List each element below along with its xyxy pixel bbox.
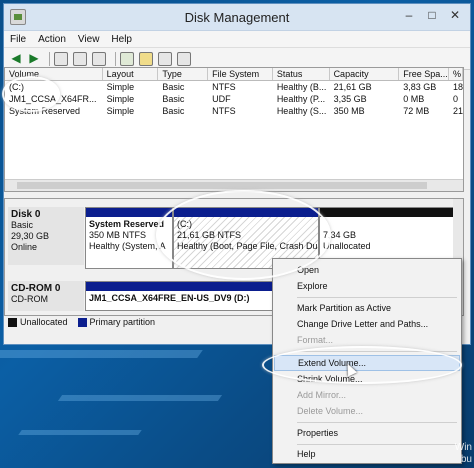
properties-icon[interactable] — [92, 51, 106, 66]
cell-percent-free: 0 — [453, 94, 459, 104]
partition-size: 350 MB NTFS — [89, 230, 147, 240]
cdrom-0-type: CD-ROM — [11, 294, 48, 304]
cell-layout: Simple — [106, 82, 135, 92]
menu-item-mark-active[interactable]: Mark Partition as Active — [274, 300, 460, 316]
menu-item-add-mirror[interactable]: Add Mirror... — [274, 387, 460, 403]
primary-partition-bar — [86, 208, 172, 217]
menu-item-help[interactable]: Help — [274, 446, 460, 462]
menu-action[interactable]: Action — [38, 34, 66, 45]
menu-help[interactable]: Help — [111, 34, 132, 45]
table-row[interactable]: (C:) Simple Basic NTFS Healthy (B... 21,… — [5, 81, 463, 93]
cell-free-space: 72 MB — [403, 106, 430, 116]
table-row[interactable]: JM1_CCSA_X64FR... Simple Basic UDF Healt… — [5, 93, 463, 105]
cell-capacity: 3,35 GB — [333, 94, 367, 104]
column-header-type[interactable]: Type — [158, 68, 209, 80]
partition-title: JM1_CCSA_X64FRE_EN-US_DV9 (D:) — [89, 293, 250, 303]
cell-percent-free: 18 — [453, 82, 463, 92]
column-header-file-system[interactable]: File System — [208, 68, 273, 80]
cell-layout: Simple — [106, 94, 135, 104]
cell-free-space: 0 MB — [403, 94, 425, 104]
unallocated-bar — [320, 208, 454, 217]
rescan-icon[interactable] — [158, 51, 172, 66]
console-tree-icon[interactable] — [54, 51, 68, 66]
desktop-light-stripe — [57, 395, 223, 401]
horizontal-scrollbar[interactable] — [5, 179, 463, 191]
scrollbar-thumb[interactable] — [17, 182, 427, 189]
cell-file-system: NTFS — [212, 106, 236, 116]
highlight-ellipse-volume-c — [2, 76, 60, 112]
column-header-layout[interactable]: Layout — [103, 68, 159, 80]
column-header-status[interactable]: Status — [273, 68, 330, 80]
unallocated-swatch — [8, 317, 17, 327]
cell-capacity: 21,61 GB — [333, 82, 372, 92]
cell-status: Healthy (P... — [276, 94, 326, 104]
disk-0-label[interactable]: Disk 0 Basic 29,30 GB Online — [8, 207, 84, 265]
desktop-light-stripe — [0, 350, 203, 358]
cell-layout: Simple — [106, 106, 135, 116]
volume-list-header: Volume Layout Type File System Status Ca… — [5, 68, 463, 81]
legend-primary-partition: Primary partition — [89, 317, 156, 327]
menu-file[interactable]: File — [10, 34, 26, 45]
cell-type: Basic — [162, 82, 185, 92]
cell-free-space: 3,83 GB — [403, 82, 437, 92]
cell-capacity: 350 MB — [333, 106, 365, 116]
maximize-button[interactable]: □ — [423, 8, 441, 22]
cell-type: Basic — [162, 106, 185, 116]
cdrom-0-label[interactable]: CD-ROM 0 CD-ROM — [8, 281, 84, 311]
legend-unallocated: Unallocated — [20, 317, 68, 327]
toolbar-separator — [115, 51, 116, 66]
disk-0-size: 29,30 GB — [11, 231, 50, 241]
partition-title: System Reserved — [89, 219, 165, 229]
volume-list[interactable]: Volume Layout Type File System Status Ca… — [4, 67, 464, 192]
title-bar[interactable]: Disk Management – □ ✕ — [4, 4, 470, 31]
cell-status: Healthy (B... — [276, 82, 327, 92]
menu-view[interactable]: View — [78, 34, 100, 45]
menu-item-properties[interactable]: Properties — [274, 425, 460, 441]
cell-status: Healthy (S... — [276, 106, 327, 116]
menu-separator — [297, 297, 457, 298]
refresh-icon[interactable] — [120, 51, 134, 66]
menu-item-change-drive-letter[interactable]: Change Drive Letter and Paths... — [274, 316, 460, 332]
menu-separator — [297, 422, 457, 423]
menu-bar: File Action View Help — [4, 31, 470, 48]
table-row[interactable]: System Reserved Simple Basic NTFS Health… — [5, 105, 463, 117]
cell-file-system: NTFS — [212, 82, 236, 92]
watermark-line-1: Win — [454, 442, 472, 453]
minimize-button[interactable]: – — [400, 8, 418, 22]
folder-icon[interactable] — [139, 51, 153, 66]
watermark-line-2: bu — [460, 454, 472, 465]
close-button[interactable]: ✕ — [446, 8, 464, 22]
toolbar-separator — [49, 51, 50, 66]
back-arrow-icon[interactable]: ◀ — [9, 52, 23, 66]
column-header-percent-free[interactable]: % F — [449, 68, 463, 80]
menu-item-delete-volume[interactable]: Delete Volume... — [274, 403, 460, 419]
partition-status: Healthy (System, A — [89, 241, 166, 251]
partition-status: Unallocated — [323, 241, 371, 251]
settings-icon[interactable] — [177, 51, 191, 66]
highlight-ellipse-extend-volume — [262, 346, 462, 384]
cell-file-system: UDF — [212, 94, 231, 104]
primary-partition-swatch — [77, 317, 87, 327]
cdrom-0-name: CD-ROM 0 — [11, 283, 61, 294]
forward-arrow-icon[interactable]: ▶ — [27, 52, 41, 66]
cell-percent-free: 21 — [453, 106, 463, 116]
column-header-capacity[interactable]: Capacity — [330, 68, 400, 80]
highlight-ellipse-partition-c — [156, 190, 331, 280]
help-icon[interactable] — [73, 51, 87, 66]
desktop-light-stripe — [18, 430, 142, 435]
disk-0-type: Basic — [11, 220, 34, 230]
disk-0-status: Online — [11, 242, 38, 252]
disk-0-name: Disk 0 — [11, 209, 41, 220]
menu-item-explore[interactable]: Explore — [274, 278, 460, 294]
menu-separator — [297, 444, 457, 445]
watermark: Win bu — [455, 442, 472, 466]
column-header-free-space[interactable]: Free Spa... — [399, 68, 450, 80]
cell-type: Basic — [162, 94, 185, 104]
